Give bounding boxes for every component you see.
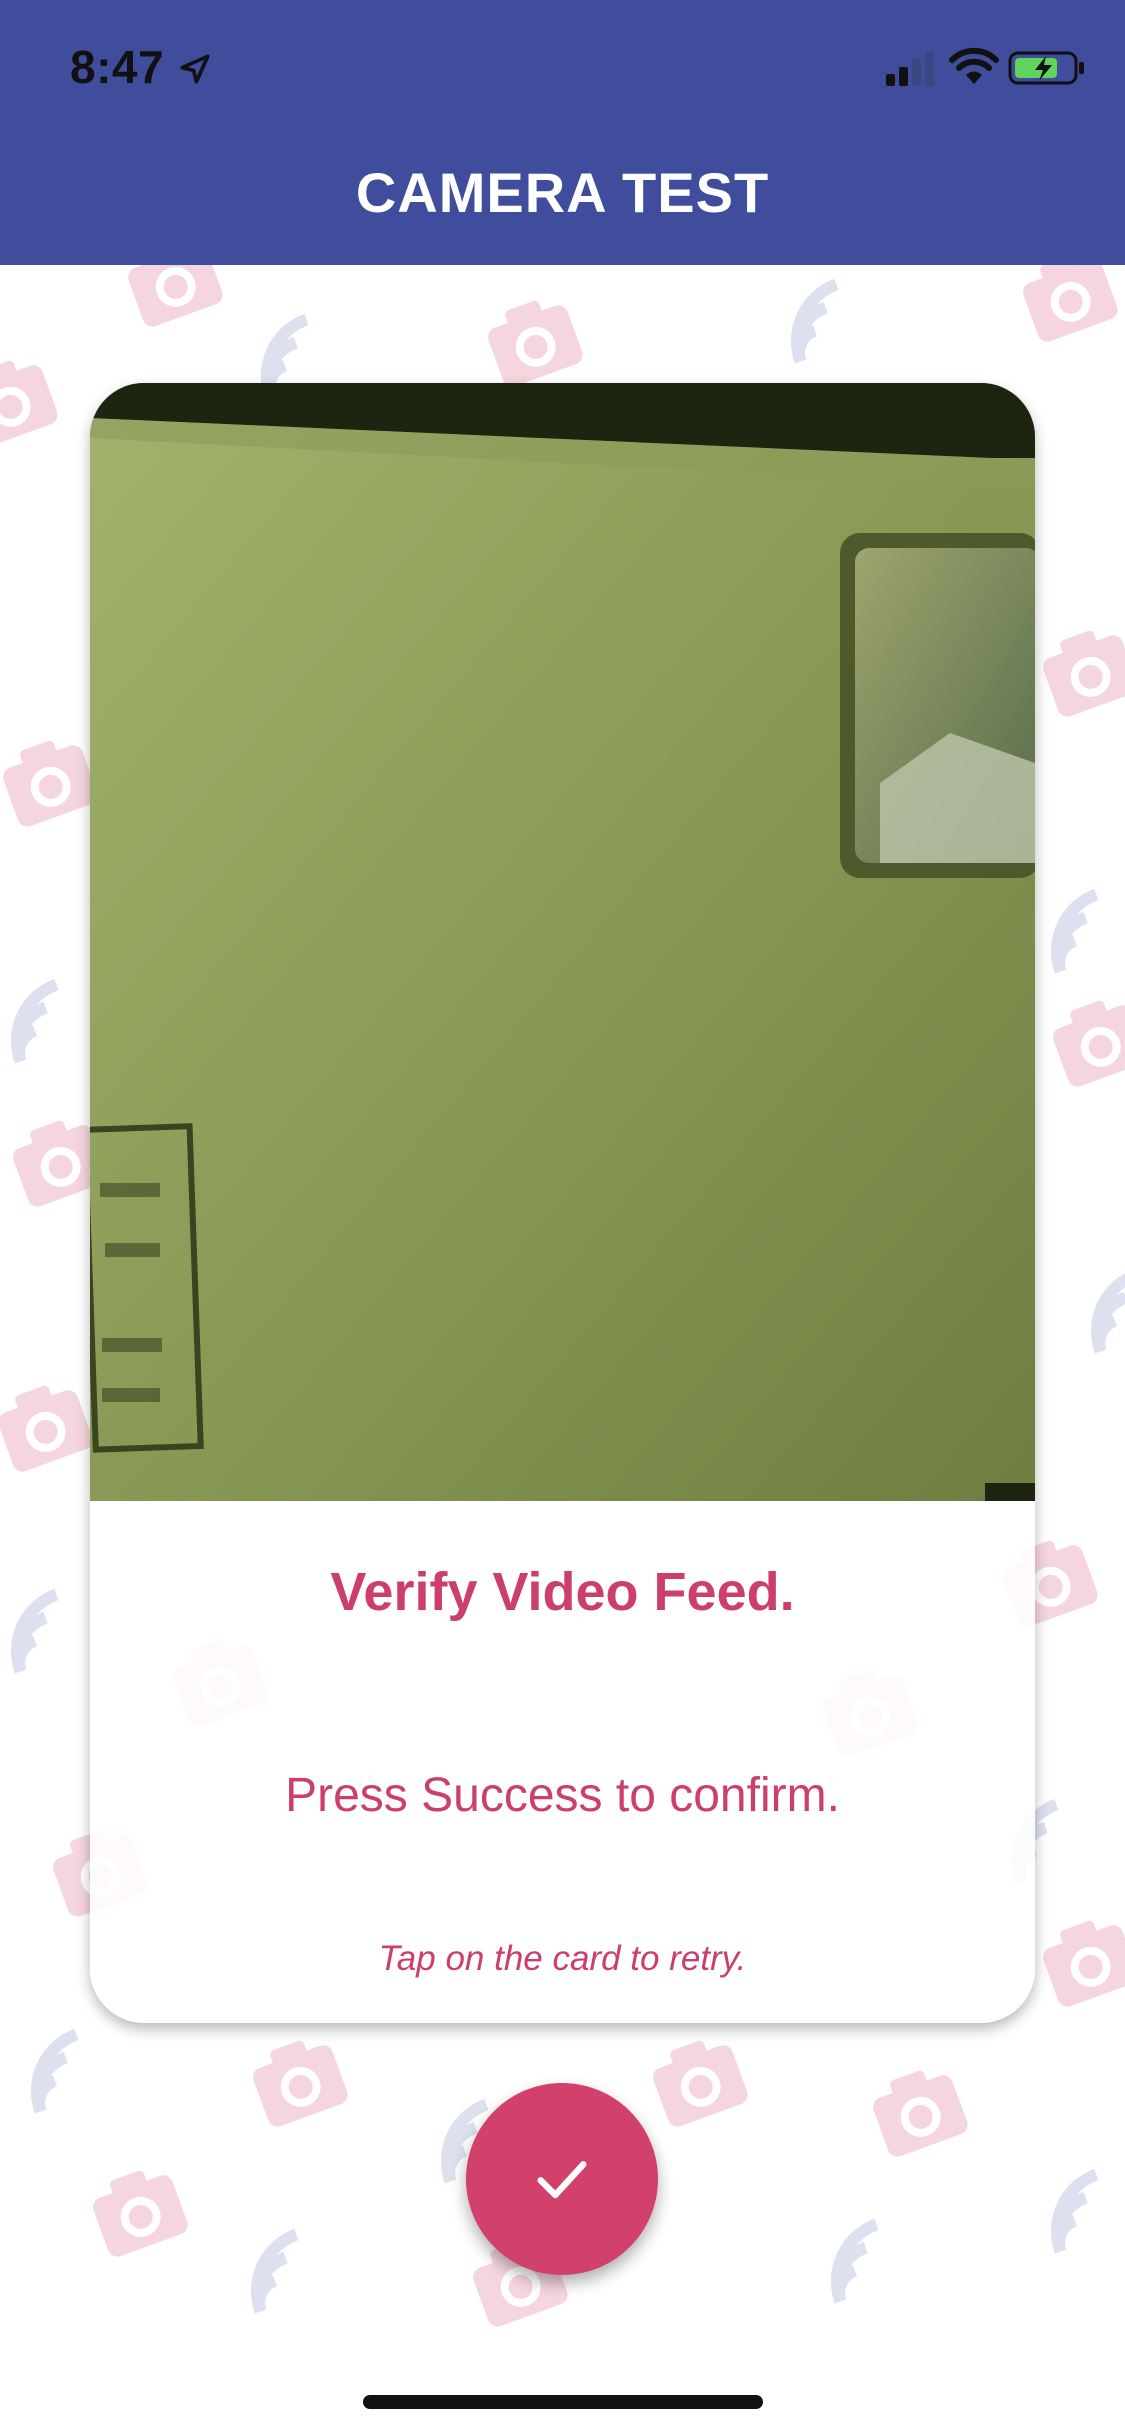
status-time: 8:47 [70,41,165,93]
app-header: 8:47 CAMERA TEST [0,0,1125,265]
success-button[interactable] [466,2083,658,2275]
card-subtitle: Press Success to confirm. [285,1769,840,1822]
check-icon [537,2161,587,2199]
card-title: Verify Video Feed. [330,1562,795,1622]
battery-charging-icon [1008,51,1084,85]
video-feed-preview[interactable] [90,383,1035,1501]
retry-hint: Tap on the card to retry. [378,1939,747,1978]
page-title: CAMERA TEST [355,161,770,224]
home-indicator[interactable] [363,2395,763,2409]
location-arrow-icon [180,54,210,84]
camera-test-screen: 8:47 CAMERA TEST Verify Video Feed. Pres… [0,0,1125,2436]
camera-test-card[interactable]: Verify Video Feed. Press Success to conf… [90,383,1035,2023]
wifi-icon [949,47,999,84]
cellular-signal-icon [886,51,934,86]
